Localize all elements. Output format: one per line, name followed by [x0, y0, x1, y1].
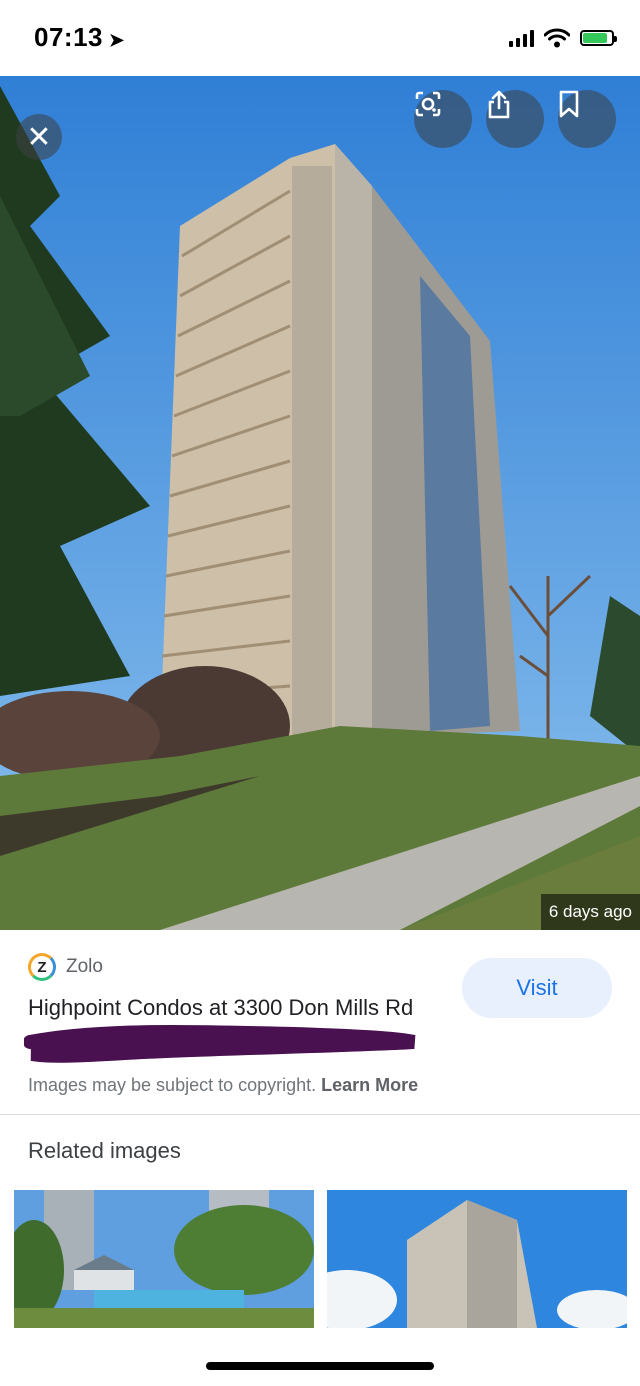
- close-button[interactable]: ✕: [16, 114, 62, 160]
- status-bar: 07:13 ➤: [0, 0, 640, 76]
- related-image-2[interactable]: [327, 1190, 627, 1328]
- redaction-scribble: [24, 1024, 416, 1063]
- source-name: Zolo: [66, 956, 103, 977]
- source-row[interactable]: Z Zolo: [28, 953, 103, 981]
- learn-more-link[interactable]: Learn More: [321, 1075, 418, 1095]
- share-button[interactable]: [486, 90, 544, 148]
- status-time-wrap: 07:13 ➤: [34, 22, 125, 53]
- save-button[interactable]: [558, 90, 616, 148]
- related-images-heading: Related images: [28, 1138, 181, 1163]
- visit-button[interactable]: Visit: [462, 958, 612, 1018]
- bookmark-icon: [559, 90, 579, 118]
- main-image[interactable]: ✕ 6 days ago: [0, 76, 640, 930]
- status-icons: [509, 28, 617, 48]
- status-time: 07:13: [34, 22, 103, 52]
- home-indicator[interactable]: [206, 1362, 434, 1370]
- copyright-text: Images may be subject to copyright.: [28, 1075, 322, 1095]
- lens-icon: [415, 91, 441, 117]
- image-age-badge: 6 days ago: [540, 894, 640, 930]
- close-icon: ✕: [26, 120, 52, 154]
- location-arrow-icon: ➤: [109, 30, 125, 50]
- related-image-1[interactable]: [14, 1190, 314, 1328]
- copyright-notice: Images may be subject to copyright. Lear…: [28, 1075, 418, 1096]
- zolo-logo-icon: Z: [28, 953, 56, 981]
- battery-icon: [580, 30, 617, 46]
- divider: [0, 1114, 640, 1115]
- wifi-icon: [544, 28, 570, 48]
- lens-button[interactable]: [414, 90, 472, 148]
- signal-icon: [509, 29, 534, 47]
- share-icon: [488, 90, 510, 119]
